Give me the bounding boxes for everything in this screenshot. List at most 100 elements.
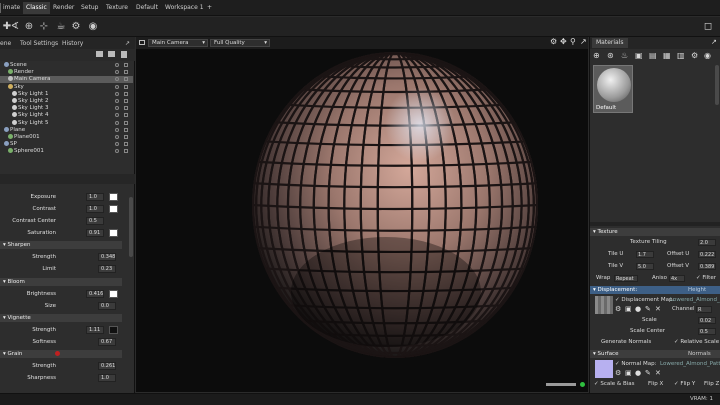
- visibility-eye-icon[interactable]: [115, 99, 119, 103]
- gear-icon[interactable]: ⚙: [615, 305, 621, 314]
- link-icon[interactable]: ⊛: [607, 51, 614, 60]
- material-thumbnail[interactable]: Default: [593, 65, 633, 113]
- tab-materials[interactable]: Materials: [592, 38, 628, 48]
- displacement-mode[interactable]: Height: [688, 286, 706, 294]
- lock-icon[interactable]: [124, 149, 128, 154]
- visibility-eye-icon[interactable]: [115, 84, 119, 89]
- rotate-gizmo-icon[interactable]: ⊕: [22, 20, 36, 34]
- fill-icon[interactable]: ●: [635, 305, 641, 314]
- visibility-eye-icon[interactable]: [115, 63, 119, 67]
- panel-splitter[interactable]: [590, 222, 720, 226]
- render-teapot-icon[interactable]: ☕: [54, 20, 68, 34]
- tile-v-field[interactable]: 5.0: [636, 263, 654, 270]
- gear-icon[interactable]: ⚙: [550, 37, 557, 46]
- bloom-size-field[interactable]: 0.0: [98, 302, 116, 310]
- filter-checkbox[interactable]: ✓ Filter: [696, 274, 716, 283]
- tree-item[interactable]: Sky Light 2: [0, 98, 133, 105]
- flip-y-checkbox[interactable]: ✓ Flip Y: [674, 380, 695, 389]
- visibility-eye-icon[interactable]: [115, 127, 119, 132]
- lock-icon[interactable]: [124, 106, 128, 111]
- window-more-icon[interactable]: ◻: [701, 20, 715, 34]
- tiling-field[interactable]: 2.0: [698, 239, 716, 246]
- section-displacement[interactable]: ▾ Displacement: Height: [590, 286, 720, 294]
- fill-icon[interactable]: ●: [635, 369, 641, 378]
- lock-icon[interactable]: [124, 63, 128, 67]
- grain-sharpness-field[interactable]: 1.0: [98, 374, 116, 382]
- tree-item[interactable]: Plane001: [0, 134, 133, 141]
- scale-center-field[interactable]: 0.5: [698, 328, 716, 335]
- relative-scale-checkbox[interactable]: ✓ Relative Scale: [674, 338, 719, 347]
- move-view-icon[interactable]: ✥: [560, 37, 567, 46]
- flip-x-checkbox[interactable]: Flip X: [648, 380, 663, 389]
- settings-icon[interactable]: ⚙: [691, 51, 698, 60]
- scale-bias-checkbox[interactable]: ✓ Scale & Bias: [594, 380, 634, 389]
- tree-item[interactable]: Sky Light 5: [0, 119, 133, 127]
- wrap-dropdown[interactable]: Repeat: [614, 275, 638, 282]
- visibility-eye-icon[interactable]: [115, 149, 119, 154]
- layers-icon[interactable]: ▣: [625, 369, 632, 378]
- tree-item[interactable]: Render: [0, 69, 133, 76]
- folder-icon[interactable]: [96, 51, 103, 57]
- surface-mode[interactable]: Normals: [688, 350, 711, 358]
- tree-item[interactable]: Sky Light 1: [0, 90, 133, 98]
- saturation-field[interactable]: 0.91: [86, 229, 104, 237]
- tree-item[interactable]: Sky: [0, 83, 133, 91]
- menu-tab-workspace-1[interactable]: Workspace 1: [162, 2, 207, 14]
- right-scrollbar[interactable]: [715, 65, 719, 105]
- visibility-eye-icon[interactable]: [115, 106, 119, 111]
- scale-gizmo-icon[interactable]: ⊹: [37, 20, 51, 34]
- visibility-eye-icon[interactable]: [115, 120, 119, 125]
- visibility-eye-icon[interactable]: [115, 91, 119, 96]
- exposure-color-swatch[interactable]: [109, 193, 118, 201]
- aniso-dropdown[interactable]: 4x: [669, 275, 685, 282]
- undock-icon[interactable]: ↗: [711, 38, 717, 46]
- contrast-center-field[interactable]: 0.5: [86, 217, 104, 225]
- offset-u-field[interactable]: 0.222: [698, 251, 716, 258]
- tab-scene[interactable]: ene: [0, 39, 11, 49]
- render-settings-icon[interactable]: ⚙: [69, 20, 83, 34]
- tree-item[interactable]: Main Camera: [0, 76, 133, 84]
- lock-icon[interactable]: [124, 77, 128, 82]
- lock-icon[interactable]: [124, 99, 128, 103]
- grain-strength-field[interactable]: 0.261: [98, 362, 116, 370]
- close-icon[interactable]: ✕: [655, 305, 661, 314]
- tree-item[interactable]: Sky Light 3: [0, 105, 133, 112]
- maximize-icon[interactable]: ↗: [580, 37, 587, 46]
- generate-normals-checkbox[interactable]: Generate Normals: [601, 338, 651, 347]
- tree-item[interactable]: Scene: [0, 62, 133, 69]
- menu-tab-default[interactable]: Default: [133, 2, 161, 14]
- section-sharpen[interactable]: ▾ Sharpen: [0, 241, 122, 249]
- camera-dropdown[interactable]: Main Camera ▾: [148, 39, 208, 47]
- offset-v-field[interactable]: 0.389: [698, 263, 716, 270]
- menu-tab-setup[interactable]: Setup: [78, 2, 101, 14]
- section-bloom[interactable]: ▾ Bloom: [0, 278, 122, 286]
- vignette-color-swatch[interactable]: [109, 326, 118, 334]
- save-icon[interactable]: ▦: [663, 51, 671, 60]
- tab-history[interactable]: History: [62, 39, 83, 49]
- flip-z-checkbox[interactable]: Flip Z: [704, 380, 719, 389]
- sharpen-limit-field[interactable]: 0.23: [98, 265, 116, 273]
- undock-icon[interactable]: ↗: [125, 39, 130, 49]
- new-folder-icon[interactable]: [108, 51, 115, 57]
- tree-item[interactable]: SP: [0, 141, 133, 148]
- visibility-eye-icon[interactable]: [115, 77, 119, 82]
- bloom-brightness-field[interactable]: 0.416: [86, 290, 104, 298]
- section-texture[interactable]: ▾ Texture: [590, 228, 720, 236]
- close-icon[interactable]: ✕: [655, 369, 661, 378]
- lock-icon[interactable]: [124, 127, 128, 132]
- lock-icon[interactable]: [124, 84, 128, 89]
- menu-tab-animate[interactable]: imate: [0, 2, 23, 14]
- zoom-view-icon[interactable]: ⚲: [570, 37, 576, 46]
- tree-item[interactable]: Sphere001: [0, 148, 133, 155]
- vignette-softness-field[interactable]: 0.67: [98, 338, 116, 346]
- visibility-eye-icon[interactable]: [115, 142, 119, 147]
- panel-splitter[interactable]: [0, 174, 135, 184]
- section-vignette[interactable]: ▾ Vignette: [0, 314, 122, 322]
- add-icon[interactable]: ⊕: [593, 51, 600, 60]
- folder-icon[interactable]: ▣: [635, 51, 643, 60]
- contrast-field[interactable]: 1.0: [86, 205, 104, 213]
- tab-tool-settings[interactable]: Tool Settings: [20, 39, 58, 49]
- scale-field[interactable]: 0.02: [698, 317, 716, 324]
- left-scrollbar[interactable]: [129, 197, 133, 257]
- visibility-eye-icon[interactable]: [115, 135, 119, 139]
